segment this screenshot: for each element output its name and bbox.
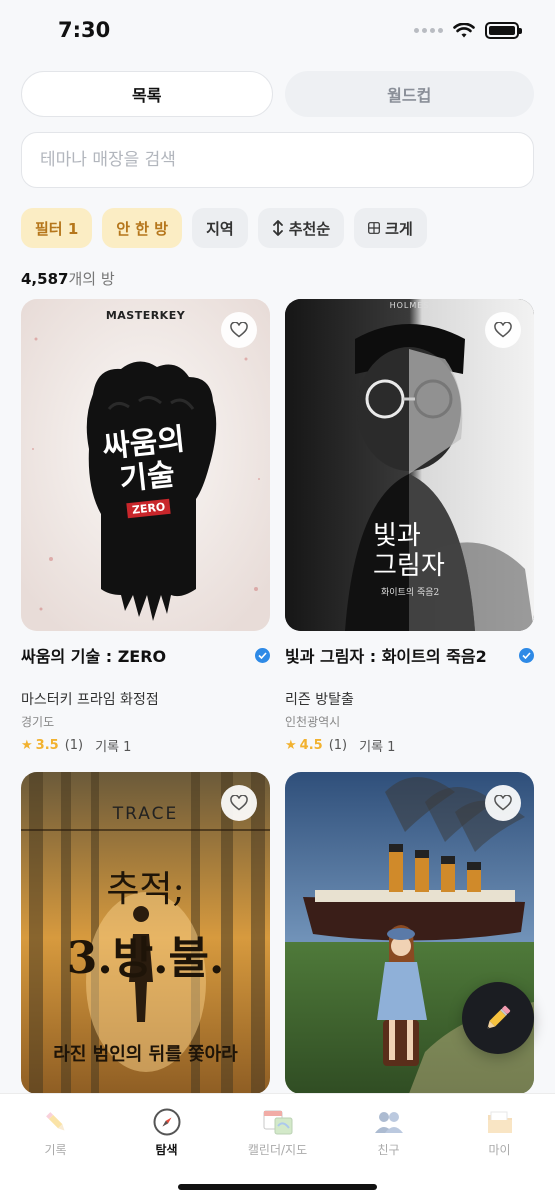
store-region: 경기도 [21, 715, 55, 729]
poster-headline-line2: 그림자 [373, 551, 445, 581]
poster-headline-line2: 3.방.불. [66, 933, 225, 984]
room-meta: ★ 3.5 (1) 기록 1 [21, 736, 270, 755]
tab-record-label: 기록 [44, 1142, 67, 1157]
review-count: (1) [64, 738, 84, 753]
search-input[interactable] [40, 150, 515, 170]
record-count: 기록 1 [359, 740, 396, 755]
poster-headline-line1: 추적; [106, 869, 185, 910]
star-icon: ★ [21, 738, 33, 753]
store-name: 리즌 방탈출 [285, 692, 354, 708]
poster-brand: HOLMES [389, 301, 430, 310]
tab-worldcup[interactable]: 월드컵 [284, 71, 534, 117]
review-count: (1) [328, 738, 348, 753]
room-title: 싸움의 기술 : ZERO [21, 647, 167, 666]
room-poster[interactable]: HOLMES 빛과 그림자 화이트의 죽음2 [285, 299, 534, 631]
room-card[interactable]: MASTERKEY 싸움의 기술 ZERO 싸움의 기술 : ZERO 마스터키… [21, 299, 270, 755]
size-chip[interactable]: 크게 [354, 208, 427, 248]
tab-explore-label: 탐색 [155, 1142, 178, 1157]
region-chip[interactable]: 지역 [192, 208, 248, 248]
tab-record[interactable]: 기록 [0, 1094, 111, 1164]
tab-list[interactable]: 목록 [21, 71, 273, 117]
pencil-icon [41, 1107, 71, 1137]
sort-chip[interactable]: 추천순 [257, 208, 345, 248]
battery-icon [485, 22, 522, 39]
signal-icon [414, 28, 443, 33]
verified-check-icon [255, 647, 270, 663]
tab-my[interactable]: 마이 [444, 1094, 555, 1164]
region-label: 지역 [206, 219, 234, 238]
room-title-row: 빛과 그림자 : 화이트의 죽음2 [285, 643, 534, 667]
view-tabs: 목록 월드컵 [21, 71, 534, 117]
poster-tag: 라진 범인의 뒤를 쫓아라 [53, 1044, 238, 1065]
record-count: 기록 1 [95, 740, 132, 755]
rating-value: 4.5 [299, 738, 323, 753]
status-time: 7:30 [58, 18, 111, 42]
store-name: 마스터키 프라임 화정점 [21, 692, 159, 708]
wifi-icon [453, 22, 475, 37]
heart-icon [494, 795, 512, 811]
room-poster[interactable]: TRACE 추적; 3.방.불. 라진 범인의 뒤를 쫓아라 [21, 772, 270, 1094]
folder-icon [485, 1107, 515, 1137]
heart-icon [230, 795, 248, 811]
unplayed-label: 안 한 방 [116, 219, 169, 238]
size-label: 크게 [385, 219, 413, 238]
calendar-map-icon [263, 1107, 293, 1137]
tab-friends[interactable]: 친구 [333, 1094, 444, 1164]
poster-headline-line1: 빛과 [373, 521, 421, 551]
poster-headline: 빛과 그림자 [373, 521, 445, 581]
grid-icon [368, 222, 381, 234]
filter-label: 필터 1 [35, 219, 79, 238]
write-record-button[interactable] [462, 982, 534, 1054]
room-title-row: 싸움의 기술 : ZERO [21, 643, 270, 667]
room-card[interactable]: HOLMES 빛과 그림자 화이트의 죽음2 빛과 그림자 : 화이트의 죽음2… [285, 299, 534, 755]
star-icon: ★ [285, 738, 297, 753]
bottom-tab-bar: 기록 탐색 캘린더/지도 친구 마이 [0, 1093, 555, 1200]
favorite-button[interactable] [485, 785, 521, 821]
heart-icon [494, 322, 512, 338]
shadow-poster-art [285, 299, 534, 631]
filter-chip[interactable]: 필터 1 [21, 208, 93, 248]
friends-icon [374, 1107, 404, 1137]
status-bar: 7:30 [0, 0, 555, 62]
search-box[interactable] [21, 132, 534, 188]
tab-calendar-map-label: 캘린더/지도 [247, 1142, 308, 1157]
poster-tag: 화이트의 죽음2 [381, 588, 440, 598]
heart-icon [230, 322, 248, 338]
room-card[interactable]: TRACE 추적; 3.방.불. 라진 범인의 뒤를 쫓아라 [21, 772, 270, 1094]
favorite-button[interactable] [485, 312, 521, 348]
verified-check-icon [519, 647, 534, 663]
room-poster[interactable]: MASTERKEY 싸움의 기술 ZERO [21, 299, 270, 631]
filter-bar: 필터 1 안 한 방 지역 추천순 크게 [21, 208, 427, 248]
tab-friends-label: 친구 [377, 1142, 400, 1157]
rating-value: 3.5 [35, 738, 59, 753]
compass-icon [152, 1107, 182, 1137]
pencil-icon [487, 1005, 511, 1029]
result-count-suffix: 개의 방 [68, 270, 115, 288]
room-meta: ★ 4.5 (1) 기록 1 [285, 736, 534, 755]
unplayed-chip[interactable]: 안 한 방 [102, 208, 183, 248]
sort-label: 추천순 [288, 219, 331, 238]
tab-my-label: 마이 [488, 1142, 511, 1157]
favorite-button[interactable] [221, 312, 257, 348]
tab-explore[interactable]: 탐색 [111, 1094, 222, 1164]
result-count-number: 4,587 [21, 270, 69, 288]
tab-calendar-map[interactable]: 캘린더/지도 [222, 1094, 333, 1164]
favorite-button[interactable] [221, 785, 257, 821]
home-indicator [178, 1184, 377, 1190]
store-region: 인천광역시 [285, 715, 341, 729]
result-count: 4,587개의 방 [21, 268, 115, 289]
sort-arrows-icon [272, 220, 283, 236]
status-icons [414, 22, 522, 39]
room-title: 빛과 그림자 : 화이트의 죽음2 [285, 647, 487, 666]
